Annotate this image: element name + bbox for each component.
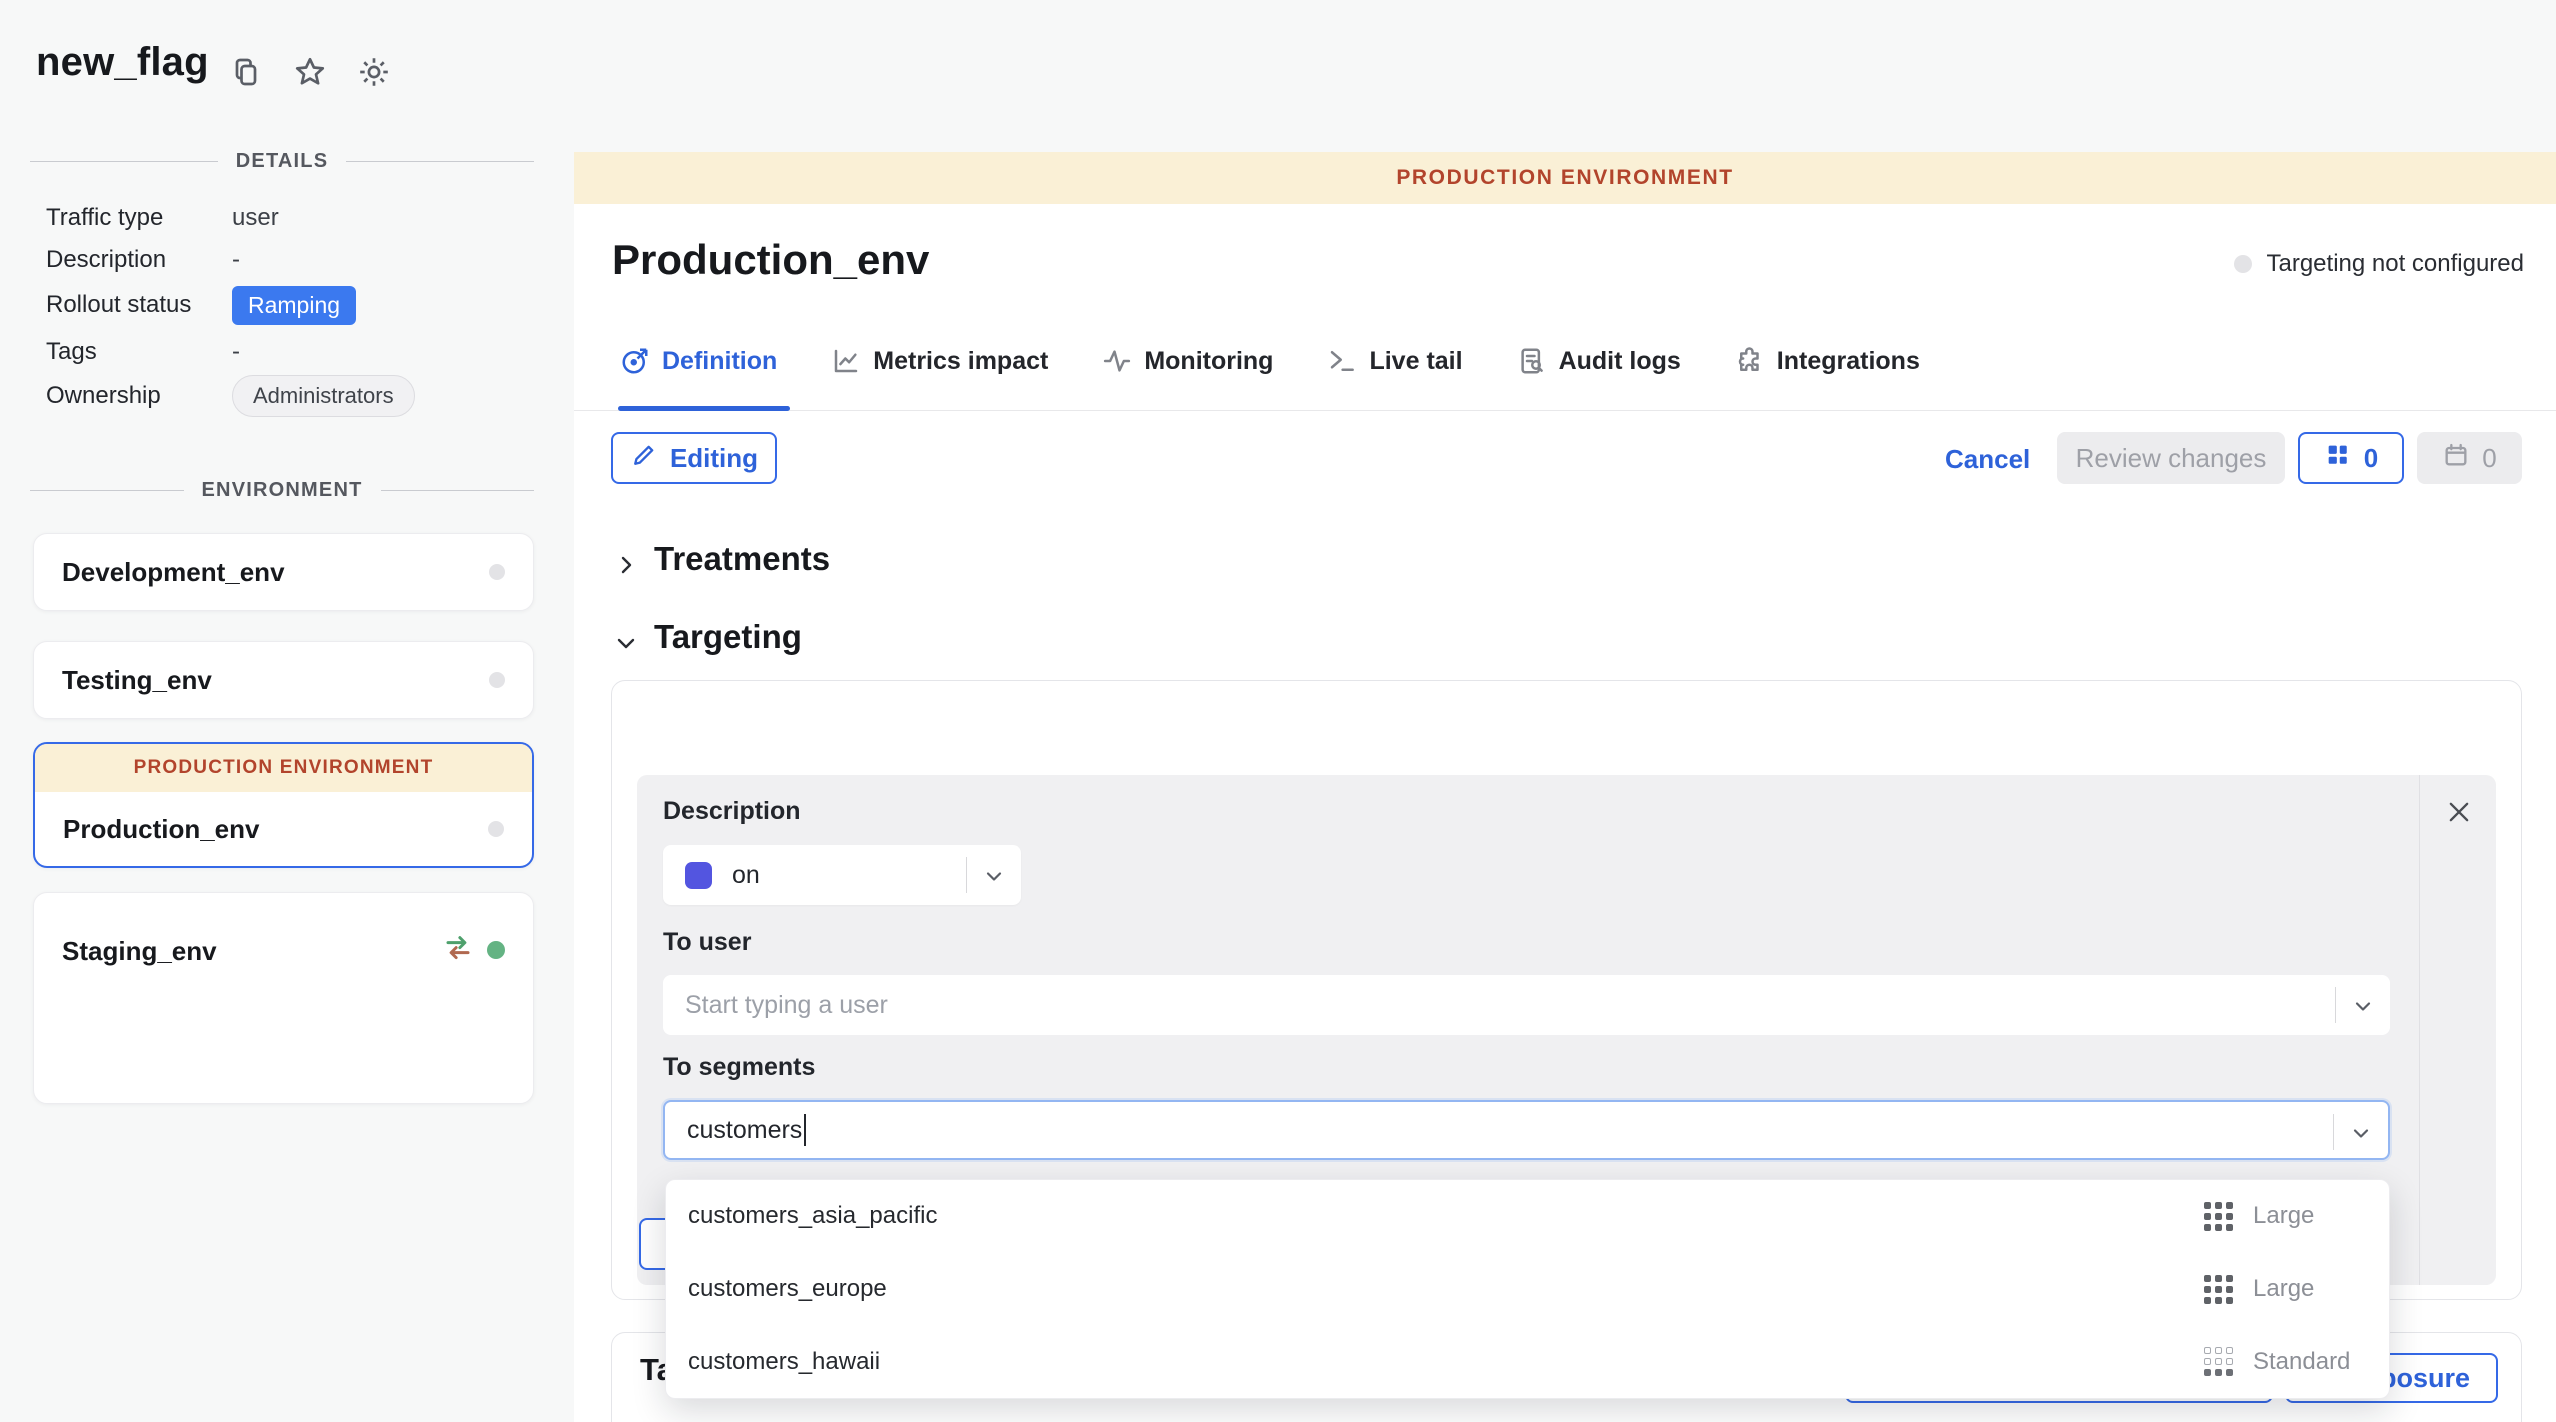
- treatments-section-header[interactable]: Treatments: [614, 540, 830, 578]
- rollout-status-badge: Ramping: [232, 286, 356, 325]
- tab-definition[interactable]: Definition: [620, 346, 777, 376]
- description-field-label: Description: [663, 797, 801, 826]
- tab-metrics-impact[interactable]: Metrics impact: [831, 346, 1048, 376]
- active-tab-underline: [618, 406, 790, 411]
- env-card-production[interactable]: PRODUCTION ENVIRONMENT Production_env: [33, 742, 534, 868]
- env-card-testing[interactable]: Testing_env: [33, 641, 534, 719]
- to-user-placeholder: Start typing a user: [685, 991, 888, 1020]
- puzzle-icon: [1735, 346, 1765, 376]
- pulse-icon: [1102, 346, 1132, 376]
- segment-option[interactable]: customers_asia_pacific Large: [666, 1180, 2389, 1253]
- segment-grid-icon: [2204, 1202, 2233, 1231]
- production-env-banner: PRODUCTION ENVIRONMENT: [35, 744, 532, 792]
- segment-grid-dotted-icon: [2204, 1347, 2233, 1376]
- segment-option[interactable]: customers_hawaii Standard: [666, 1325, 2389, 1398]
- env-name: Development_env: [62, 557, 285, 588]
- env-status-dot-green: [487, 941, 505, 959]
- targeting-section-header[interactable]: Targeting: [614, 618, 802, 656]
- env-card-staging[interactable]: Staging_env TREATMENTS on off: [33, 892, 534, 1104]
- to-segments-value: customers: [687, 1116, 802, 1145]
- tabs-divider: [574, 410, 2556, 411]
- tags-label: Tags: [46, 338, 232, 366]
- close-icon[interactable]: [2445, 798, 2473, 826]
- review-changes-button[interactable]: Review changes: [2057, 432, 2285, 484]
- cancel-link[interactable]: Cancel: [1945, 444, 2030, 475]
- select-divider: [966, 857, 967, 893]
- target-icon: [620, 346, 650, 376]
- page: new_flag DETAILS Traffic type user Descr…: [0, 0, 2556, 1422]
- tab-bar: Definition Metrics impact Monitoring: [620, 346, 1920, 376]
- targeting-status: Targeting not configured: [2234, 250, 2524, 278]
- grid-icon: [2324, 441, 2352, 476]
- chevron-down-icon: [614, 625, 638, 649]
- segment-grid-icon: [2204, 1275, 2233, 1304]
- pencil-icon: [630, 441, 658, 476]
- schedule-button[interactable]: 0: [2417, 432, 2522, 484]
- detail-row-traffic-type: Traffic type user: [46, 196, 532, 240]
- gear-icon[interactable]: [356, 54, 392, 90]
- tab-audit-logs[interactable]: Audit logs: [1517, 346, 1681, 376]
- sync-icon: [443, 932, 473, 967]
- env-status-dot: [489, 564, 505, 580]
- tab-live-tail[interactable]: Live tail: [1327, 346, 1462, 376]
- copy-icon[interactable]: [228, 54, 264, 90]
- star-icon[interactable]: [292, 54, 328, 90]
- input-divider: [2335, 987, 2336, 1023]
- detail-row-ownership: Ownership Administrators: [46, 374, 532, 418]
- detail-row-tags: Tags -: [46, 330, 532, 374]
- text-caret: [804, 1114, 806, 1146]
- rollout-status-label: Rollout status: [46, 291, 232, 319]
- calendar-icon: [2442, 441, 2470, 476]
- input-divider: [2333, 1114, 2334, 1150]
- env-name: Testing_env: [62, 665, 212, 696]
- to-segments-label: To segments: [663, 1053, 815, 1082]
- terminal-icon: [1327, 346, 1357, 376]
- tab-monitoring[interactable]: Monitoring: [1102, 346, 1273, 376]
- tab-integrations[interactable]: Integrations: [1735, 346, 1920, 376]
- treatment-color-swatch: [685, 862, 712, 889]
- changes-summary-button[interactable]: 0: [2298, 432, 2404, 484]
- env-name: Staging_env: [62, 936, 217, 967]
- to-user-input[interactable]: Start typing a user: [663, 975, 2390, 1035]
- segment-option[interactable]: customers_europe Large: [666, 1253, 2389, 1326]
- description-value: -: [232, 246, 240, 274]
- treatment-select-value: on: [732, 861, 760, 890]
- to-segments-input[interactable]: customers: [663, 1100, 2390, 1160]
- ownership-label: Ownership: [46, 382, 232, 410]
- chart-icon: [831, 346, 861, 376]
- page-title: Production_env: [612, 236, 929, 284]
- details-header: DETAILS: [30, 150, 534, 173]
- panel-divider: [2419, 775, 2420, 1285]
- description-label: Description: [46, 246, 232, 274]
- detail-row-description: Description -: [46, 238, 532, 282]
- treatment-select[interactable]: on: [663, 845, 1021, 905]
- production-environment-banner: PRODUCTION ENVIRONMENT: [574, 152, 2556, 204]
- traffic-type-value: user: [232, 204, 279, 232]
- editing-button[interactable]: Editing: [611, 432, 777, 484]
- chevron-down-icon[interactable]: [2349, 1121, 2373, 1145]
- document-search-icon: [1517, 346, 1547, 376]
- env-card-development[interactable]: Development_env: [33, 533, 534, 611]
- env-status-dot: [488, 821, 504, 837]
- env-status-dot: [489, 672, 505, 688]
- chevron-right-icon: [614, 547, 638, 571]
- to-user-label: To user: [663, 928, 751, 957]
- status-dot: [2234, 255, 2252, 273]
- tags-value: -: [232, 338, 240, 366]
- chevron-down-icon: [982, 864, 1006, 888]
- env-name: Production_env: [63, 814, 259, 845]
- chevron-down-icon[interactable]: [2351, 994, 2375, 1018]
- segments-dropdown: customers_asia_pacific Large customers_e…: [665, 1179, 2390, 1399]
- flag-title: new_flag: [36, 40, 209, 85]
- ownership-pill[interactable]: Administrators: [232, 375, 415, 417]
- traffic-type-label: Traffic type: [46, 204, 232, 232]
- detail-row-rollout-status: Rollout status Ramping: [46, 283, 532, 327]
- environment-header: ENVIRONMENT: [30, 479, 534, 502]
